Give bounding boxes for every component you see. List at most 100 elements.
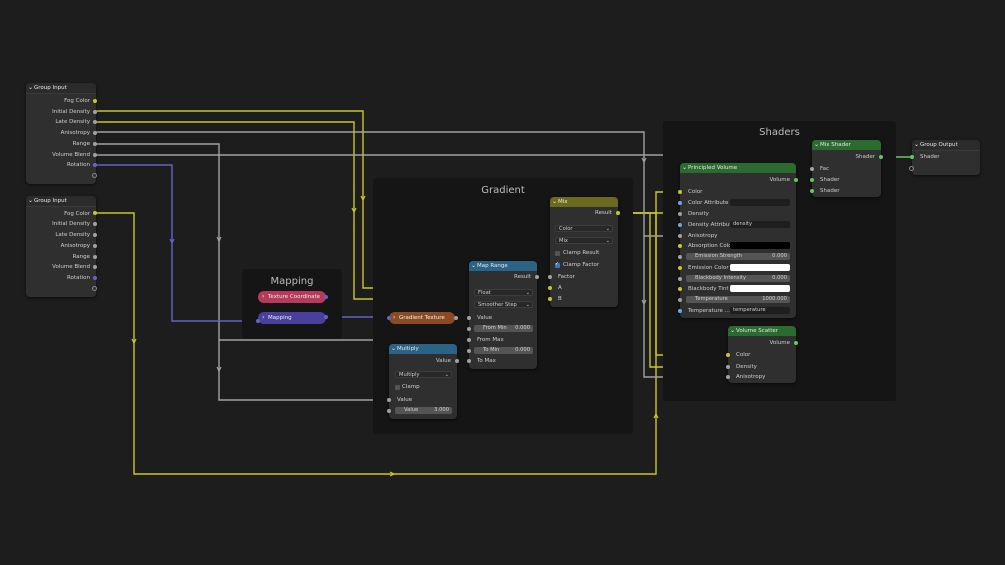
socket-volume-blend[interactable] [93,265,97,269]
data-type-select[interactable]: Float ⌄ [474,289,533,296]
socket-factor[interactable] [548,275,552,279]
socket-late-density[interactable] [93,233,97,237]
socket-late-density[interactable] [93,120,97,124]
clamp-factor-checkbox[interactable] [555,261,560,268]
group-input-header[interactable]: ⌄ Group Input [26,196,96,207]
chevron-right-icon[interactable]: › [262,312,264,324]
socket-fac[interactable] [810,167,814,171]
socket-fog-color[interactable] [93,211,97,215]
socket-range[interactable] [93,142,97,146]
color-attribute-field[interactable] [730,199,790,206]
socket-range[interactable] [93,255,97,259]
clamp-checkbox[interactable] [395,385,400,390]
socket-volume-blend[interactable] [93,153,97,157]
group-output-header[interactable]: ⌄ Group Output [912,140,980,151]
socket-a[interactable] [548,286,552,290]
socket-input-value-2[interactable] [387,409,391,413]
operation-select[interactable]: Multiply ⌄ [395,371,452,378]
map-range-header[interactable]: ⌄ Map Range [469,261,537,271]
from-min-field[interactable]: From Min 0.000 [474,325,533,332]
socket-blackbody-intensity[interactable] [678,277,682,281]
texture-coordinate-output-socket[interactable] [324,295,328,299]
socket-from-max[interactable] [467,338,471,342]
socket-anisotropy[interactable] [93,131,97,135]
mapping-output-socket[interactable] [324,315,328,319]
multiply-node[interactable]: ⌄ Multiply Value Multiply ⌄ Clamp Value Va… [387,344,459,419]
socket-empty[interactable] [92,286,97,291]
absorption-color-swatch[interactable] [730,242,790,249]
socket-output-value[interactable] [455,359,459,363]
mapping-input-socket[interactable] [256,319,260,323]
socket-output-shader[interactable] [879,155,883,159]
socket-from-min[interactable] [467,327,471,331]
group-output-node[interactable]: ⌄ Group Output Shader [909,140,980,175]
socket-output-volume[interactable] [794,341,798,345]
chevron-down-icon[interactable]: ⌄ [28,196,33,206]
socket-to-min[interactable] [467,349,471,353]
group-input-node-1[interactable]: ⌄ Group Input Fog Color Initial Density L… [26,83,97,184]
temperature-attribute-field[interactable]: temperature [730,307,790,314]
socket-shader-1[interactable] [810,178,814,182]
principled-volume-header[interactable]: ⌄ Principled Volume [680,163,796,173]
principled-volume-node[interactable]: ⌄ Principled Volume Volume Color Color At… [678,163,798,318]
socket-anisotropy[interactable] [726,375,730,379]
mix-header[interactable]: ⌄ Mix [550,197,618,207]
to-min-field[interactable]: To Min 0.000 [474,347,533,354]
socket-output-volume[interactable] [794,178,798,182]
data-type-select[interactable]: Color ⌄ [555,225,613,232]
socket-color[interactable] [678,190,682,194]
socket-density[interactable] [678,212,682,216]
socket-input-value[interactable] [387,398,391,402]
mix-shader-header[interactable]: ⌄ Mix Shader [812,140,881,150]
frame-mapping[interactable]: Mapping [242,269,342,339]
socket-density[interactable] [726,365,730,369]
emission-strength-field[interactable]: Emission Strength 0.000 [686,253,790,260]
socket-emission-strength[interactable] [678,255,682,259]
socket-color[interactable] [726,353,730,357]
emission-color-swatch[interactable] [730,264,790,271]
chevron-down-icon[interactable]: ⌄ [391,344,396,354]
socket-rotation[interactable] [93,276,97,280]
socket-emission-color[interactable] [678,266,682,270]
gradient-texture-node[interactable]: › Gradient Texture [389,312,455,324]
socket-input-value[interactable] [467,316,471,320]
chevron-right-icon[interactable]: › [262,291,264,303]
temperature-field[interactable]: Temperature 1000.000 [686,296,790,303]
density-attribute-field[interactable]: density [730,221,790,228]
value-field[interactable]: Value 3.000 [395,407,452,414]
gradient-texture-output-socket[interactable] [454,316,458,320]
socket-temperature-attribute[interactable] [678,309,682,313]
socket-temperature[interactable] [678,298,682,302]
group-input-node-2[interactable]: ⌄ Group Input Fog Color Initial Density L… [26,196,97,297]
socket-shader-2[interactable] [810,189,814,193]
mix-shader-node[interactable]: ⌄ Mix Shader Shader Fac Shader Shader [810,140,883,197]
group-input-header[interactable]: ⌄ Group Input [26,83,96,94]
interpolation-select[interactable]: Smoother Step ⌄ [474,301,533,308]
map-range-node[interactable]: ⌄ Map Range Result Float ⌄ Smoother Step ⌄ … [467,261,539,369]
socket-anisotropy[interactable] [93,244,97,248]
clamp-result-checkbox[interactable] [555,251,560,256]
mix-node[interactable]: ⌄Mix Result Color⌄ Mix⌄ Clamp Result Cla… [548,197,620,307]
socket-shader[interactable] [910,155,914,159]
socket-fog-color[interactable] [93,99,97,103]
blackbody-intensity-field[interactable]: Blackbody Intensity 0.000 [686,275,790,282]
socket-blackbody-tint[interactable] [678,287,682,291]
socket-b[interactable] [548,297,552,301]
blackbody-tint-swatch[interactable] [730,285,790,292]
chevron-right-icon[interactable]: › [393,312,395,324]
socket-absorption-color[interactable] [678,244,682,248]
chevron-down-icon[interactable]: ⌄ [552,197,557,207]
chevron-down-icon[interactable]: ⌄ [682,163,687,173]
socket-anisotropy[interactable] [678,234,682,238]
volume-scatter-node[interactable]: ⌄ Volume Scatter Volume Color Density Ani… [726,326,798,383]
texture-coordinate-node[interactable]: › Texture Coordinate [258,291,326,303]
socket-color-attribute[interactable] [678,201,682,205]
blend-mode-select[interactable]: Mix ⌄ [555,237,613,244]
socket-rotation[interactable] [93,163,97,167]
socket-empty[interactable] [92,173,97,178]
socket-initial-density[interactable] [93,222,97,226]
chevron-down-icon[interactable]: ⌄ [730,326,735,336]
socket-empty[interactable] [909,166,914,171]
socket-to-max[interactable] [467,359,471,363]
chevron-down-icon[interactable]: ⌄ [28,83,33,93]
